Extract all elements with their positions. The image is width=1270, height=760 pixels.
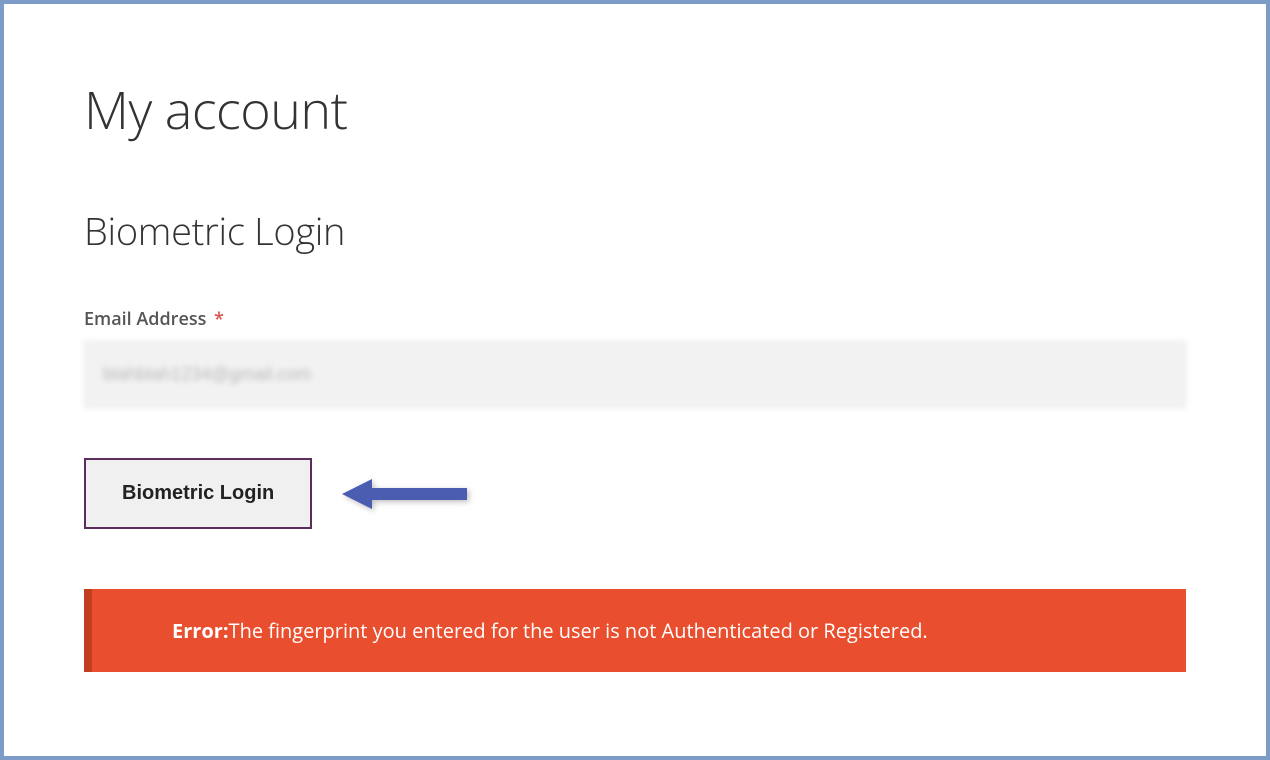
arrow-left-icon [342,474,472,514]
error-message: The fingerprint you entered for the user… [229,617,928,644]
arrow-annotation [342,474,472,514]
biometric-login-heading: Biometric Login [84,205,1186,257]
required-indicator: * [214,307,224,331]
email-field-group: Email Address * [84,307,1186,458]
email-input[interactable] [84,341,1186,408]
page-title: My account [84,74,1186,145]
account-page: My account Biometric Login Email Address… [4,4,1266,712]
button-row: Biometric Login [84,458,1186,529]
error-banner: Error:The fingerprint you entered for th… [84,589,1186,672]
biometric-login-button[interactable]: Biometric Login [84,458,312,529]
email-label-text: Email Address [84,307,206,331]
email-label: Email Address * [84,307,224,331]
error-label: Error: [172,617,229,644]
